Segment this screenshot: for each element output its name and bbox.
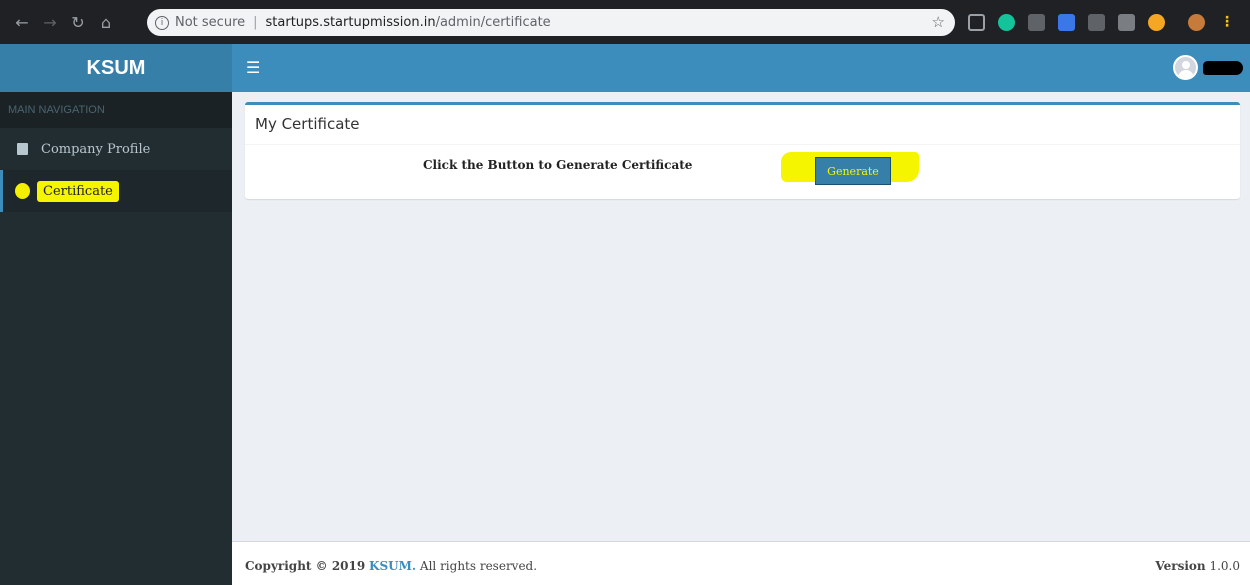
building-icon — [17, 143, 28, 155]
hamburger-icon[interactable]: ☰ — [246, 58, 262, 78]
redacted-username[interactable] — [1203, 61, 1243, 75]
top-navbar: ☰ — [232, 44, 1250, 92]
address-bar[interactable]: i Not secure | startups.startupmission.i… — [147, 9, 955, 36]
extension-icon[interactable] — [968, 13, 985, 31]
box-title: My Certificate — [245, 105, 1240, 145]
extension-icon[interactable] — [1058, 13, 1075, 31]
copyright-text: Copyright © 2019 KSUM. All rights reserv… — [245, 559, 537, 573]
sidebar-item-label: Company Profile — [41, 141, 151, 157]
sidebar-item-label: Certificate — [37, 180, 119, 202]
brand-link[interactable]: KSUM. — [369, 559, 416, 573]
browser-toolbar: ← → ↻ ⌂ i Not secure | startups.startupm… — [0, 0, 1250, 44]
instruction-text: Click the Button to Generate Certificate — [423, 158, 693, 172]
bookmark-star-icon[interactable]: ☆ — [932, 13, 945, 31]
version-value: 1.0.0 — [1209, 559, 1240, 573]
sidebar-section-title: MAIN NAVIGATION — [0, 92, 232, 128]
extensions-bar: ⋮ — [968, 10, 1234, 34]
circle-icon — [17, 185, 28, 197]
generate-button[interactable]: Generate — [815, 157, 891, 185]
home-icon[interactable]: ⌂ — [94, 10, 118, 34]
extension-icon[interactable] — [1028, 13, 1045, 31]
url-separator: | — [253, 15, 258, 30]
url-host: startups.startupmission.in — [265, 15, 436, 30]
reload-icon[interactable]: ↻ — [66, 10, 90, 34]
sidebar-item-certificate[interactable]: Certificate — [0, 170, 232, 212]
back-arrow-icon[interactable]: ← — [10, 10, 34, 34]
info-icon[interactable]: i — [155, 15, 169, 30]
app-logo[interactable]: KSUM — [0, 44, 232, 92]
security-status[interactable]: Not secure — [175, 15, 245, 30]
rights-text: All rights reserved. — [419, 559, 538, 573]
url-path: /admin/certificate — [435, 15, 551, 30]
sidebar-item-company-profile[interactable]: Company Profile — [0, 128, 232, 170]
extension-icon[interactable] — [1088, 13, 1105, 31]
version-label: Version — [1155, 559, 1206, 573]
browser-menu-icon[interactable]: ⋮ — [1220, 14, 1234, 30]
sidebar: MAIN NAVIGATION Company Profile Certific… — [0, 92, 232, 585]
profile-icon[interactable] — [1188, 13, 1205, 31]
content-area: My Certificate Click the Button to Gener… — [232, 92, 1250, 541]
grammarly-extension-icon[interactable] — [998, 13, 1015, 31]
user-avatar-icon[interactable] — [1173, 55, 1198, 80]
forward-arrow-icon[interactable]: → — [38, 10, 62, 34]
version-info: Version 1.0.0 — [1155, 559, 1240, 573]
extension-icon[interactable] — [1148, 13, 1165, 31]
copyright-prefix: Copyright © 2019 — [245, 559, 366, 573]
extension-icon[interactable] — [1118, 13, 1135, 31]
footer: Copyright © 2019 KSUM. All rights reserv… — [232, 541, 1250, 585]
certificate-box: My Certificate Click the Button to Gener… — [245, 102, 1240, 199]
